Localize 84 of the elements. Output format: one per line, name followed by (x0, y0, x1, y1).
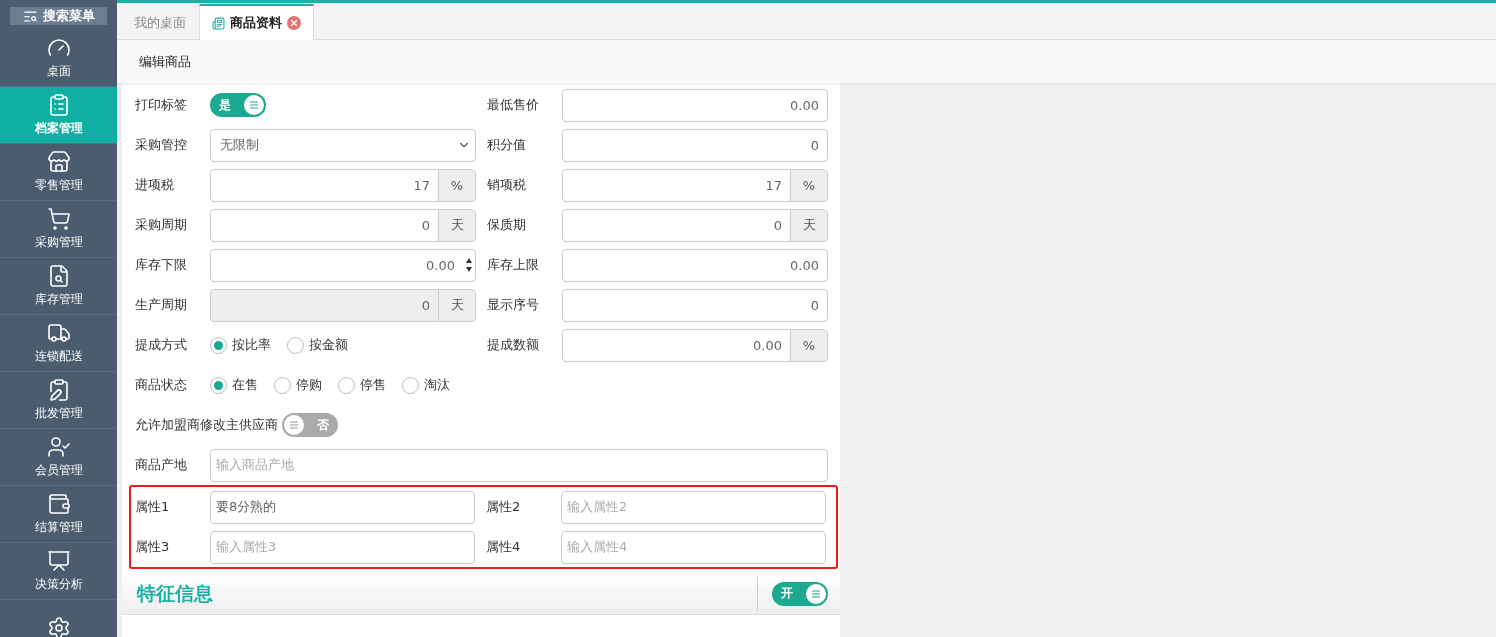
settings-icon (46, 616, 71, 637)
field-label: 积分值 (487, 136, 527, 154)
document-icon (212, 16, 225, 30)
input-field[interactable]: 0 天 (562, 208, 828, 242)
unit-addon: 天 (438, 289, 475, 321)
radio-label: 停售 (360, 376, 386, 394)
sidebar-item[interactable]: 批发管理 (0, 372, 117, 429)
input-field[interactable]: 要8分熟的 (210, 490, 475, 524)
sidebar-item[interactable]: 零售管理 (0, 144, 117, 201)
field-label: 允许加盟商修改主供应商 (135, 416, 279, 434)
input-field[interactable]: 0 (562, 128, 828, 162)
cart-icon (46, 207, 71, 231)
store-icon (46, 150, 71, 174)
field-label: 库存上限 (487, 256, 540, 274)
sidebar-item[interactable]: 库存管理 (0, 258, 117, 315)
field-label: 属性2 (486, 498, 522, 516)
tab[interactable]: 商品资料 (199, 4, 314, 40)
close-icon[interactable] (287, 16, 301, 30)
sidebar-item[interactable]: 决策分析 (0, 543, 117, 600)
field-label: 属性4 (486, 538, 522, 556)
sidebar-item[interactable]: 会员管理 (0, 429, 117, 486)
unit-addon: 天 (790, 209, 827, 241)
field-label: 打印标签 (135, 96, 188, 114)
radio-option[interactable]: 在售 (210, 376, 258, 394)
truck-icon (46, 321, 71, 345)
radio-label: 淘汰 (424, 376, 450, 394)
chart-board-icon (46, 549, 71, 573)
field-label: 提成数额 (487, 336, 540, 354)
search-icon (22, 8, 38, 24)
section-title: 特征信息 (137, 580, 213, 606)
field-label: 属性1 (135, 498, 171, 516)
radio-label: 在售 (232, 376, 258, 394)
field-label: 进项税 (135, 176, 175, 194)
radio-option[interactable]: 按比率 (210, 336, 271, 354)
radio-option[interactable]: 淘汰 (402, 376, 450, 394)
unit-addon: % (790, 169, 827, 201)
input-field[interactable]: 0.00 % (562, 328, 828, 362)
field-label: 属性3 (135, 538, 171, 556)
search-menu-button[interactable]: 搜索菜单 (10, 7, 107, 25)
input-field[interactable]: 0.00 (562, 248, 828, 282)
tab[interactable]: 我的桌面 (121, 4, 199, 40)
field-label: 库存下限 (135, 256, 188, 274)
spinner-icon[interactable] (465, 257, 473, 273)
sidebar-item[interactable]: 采购管理 (0, 201, 117, 258)
radio-icon[interactable] (338, 376, 355, 394)
unit-addon: % (438, 169, 475, 201)
unit-addon: 天 (438, 209, 475, 241)
input-field[interactable]: 0.00 (562, 88, 828, 122)
sidebar-item[interactable]: 结算管理 (0, 486, 117, 543)
radio-icon[interactable] (287, 336, 304, 354)
radio-label: 按金额 (309, 336, 348, 354)
field-label: 保质期 (487, 216, 527, 234)
radio-icon[interactable] (402, 376, 419, 394)
page-title: 编辑商品 (117, 40, 1496, 83)
input-field[interactable]: 17 % (562, 168, 828, 202)
lines-icon (289, 421, 299, 429)
radio-icon[interactable] (210, 376, 227, 394)
field-label: 显示序号 (487, 296, 540, 314)
sidebar-item[interactable]: 连锁配送 (0, 315, 117, 372)
input-field[interactable]: 17 % (210, 168, 476, 202)
radio-label: 按比率 (232, 336, 271, 354)
user-check-icon (46, 435, 71, 459)
radio-icon[interactable] (274, 376, 291, 394)
field-label: 销项税 (487, 176, 527, 194)
unit-addon: % (790, 329, 827, 361)
field-label: 采购周期 (135, 216, 188, 234)
radio-icon[interactable] (210, 336, 227, 354)
select-field[interactable]: 无限制 (210, 128, 476, 162)
field-label: 生产周期 (135, 296, 188, 314)
input-field[interactable]: 0.00 (210, 248, 476, 282)
radio-option[interactable]: 按金额 (287, 336, 348, 354)
field-label: 最低售价 (487, 96, 540, 114)
lines-icon (249, 101, 259, 109)
wallet-icon (46, 492, 71, 516)
field-label: 提成方式 (135, 336, 188, 354)
radio-label: 停购 (296, 376, 322, 394)
radio-option[interactable]: 停购 (274, 376, 322, 394)
lines-icon (811, 589, 821, 598)
radio-option[interactable]: 停售 (338, 376, 386, 394)
field-label: 采购管控 (135, 136, 188, 154)
field-label: 商品产地 (135, 456, 188, 474)
field-label: 商品状态 (135, 376, 188, 394)
input-field[interactable]: 0 天 (210, 208, 476, 242)
input-field[interactable]: 0 (562, 288, 828, 322)
